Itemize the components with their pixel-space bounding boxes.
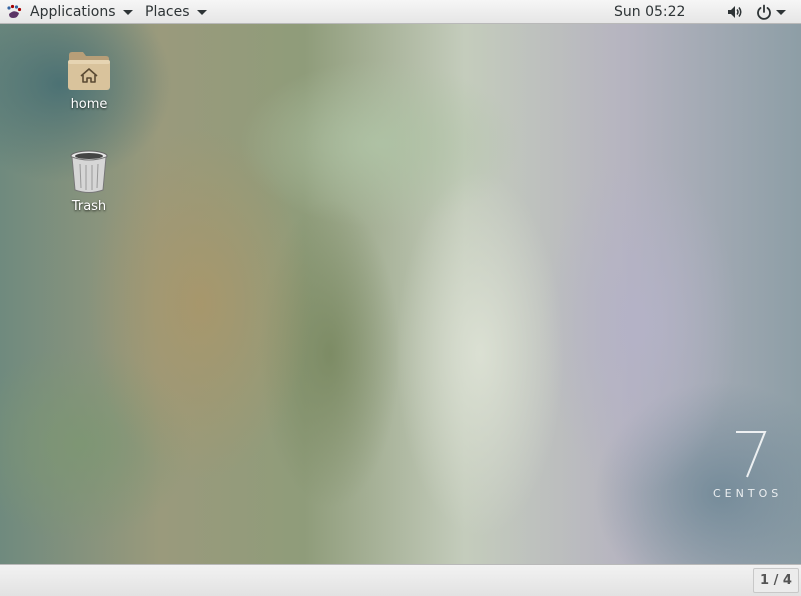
applications-label: Applications [30,3,116,20]
home-folder-icon [68,52,110,90]
places-menu[interactable]: Places [145,0,207,23]
top-panel: Applications Places Sun 05:22 [0,0,801,24]
system-menu-button[interactable] [776,0,786,23]
desktop-icon-trash[interactable]: Trash [44,149,134,214]
centos-seven-logo [736,431,767,478]
gnome-foot-icon [7,4,22,18]
desktop-icon-label: Trash [71,199,107,214]
workspace-indicator[interactable]: 1 / 4 [753,568,799,593]
desktop-icon-home[interactable]: home [44,49,134,112]
chevron-down-icon [196,9,207,15]
bottom-panel: 1 / 4 [0,564,801,596]
chevron-down-icon [776,9,786,15]
clock[interactable]: Sun 05:22 [614,0,685,23]
speaker-icon[interactable] [726,3,744,21]
trash-icon [70,150,108,193]
places-label: Places [145,3,190,20]
chevron-down-icon [122,9,133,15]
desktop-screen: Applications Places Sun 05:22 home Trash… [0,0,801,596]
power-icon[interactable] [756,4,772,20]
workspace-label: 1 / 4 [760,573,792,588]
applications-menu[interactable]: Applications [6,0,133,23]
desktop-icon-label: home [70,97,108,112]
clock-label: Sun 05:22 [614,3,686,20]
centos-watermark-text: CENTOS [713,487,783,500]
desktop-background[interactable]: home Trash CENTOS [0,24,801,564]
